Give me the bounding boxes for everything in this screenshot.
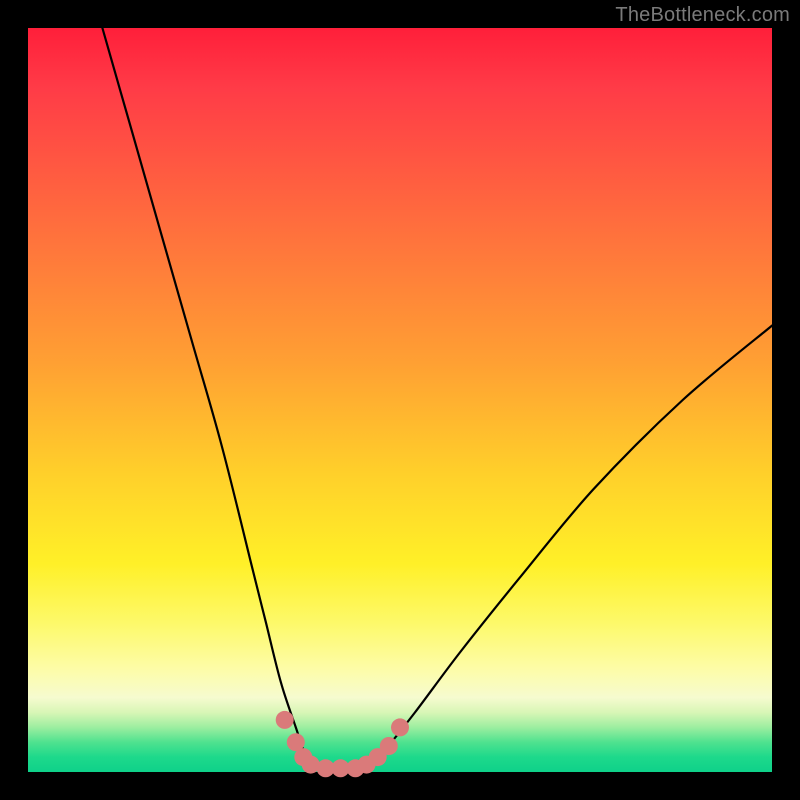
watermark-text: TheBottleneck.com: [615, 4, 790, 27]
plot-area: [28, 28, 772, 772]
flat-zone-dot: [391, 718, 409, 736]
curve-layer: [28, 28, 772, 772]
bottleneck-curve-path: [102, 28, 772, 773]
chart-frame: TheBottleneck.com: [0, 0, 800, 800]
flat-zone-dot: [276, 711, 294, 729]
flat-zone-dot: [380, 737, 398, 755]
flat-zone-dots: [276, 711, 409, 777]
